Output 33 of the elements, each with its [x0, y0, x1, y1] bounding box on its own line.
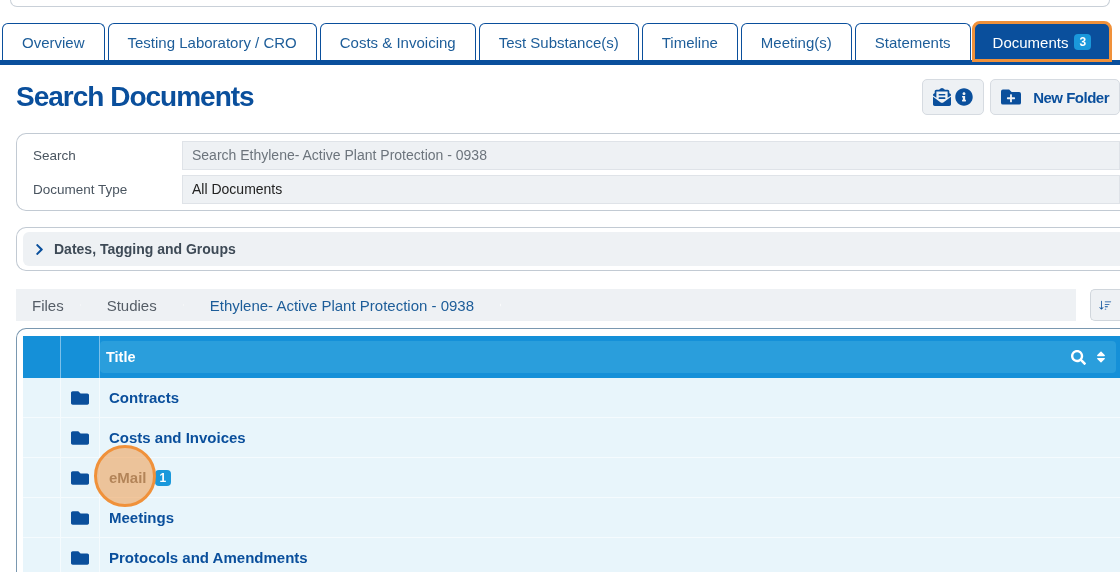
collapsible-header[interactable]: Dates, Tagging and Groups: [23, 232, 1120, 266]
folder-icon: [71, 428, 89, 447]
tab[interactable]: Documents 3: [973, 23, 1111, 60]
folder-link[interactable]: Costs and Invoices: [109, 429, 246, 446]
folder-icon: [71, 388, 89, 407]
folder-plus-icon: [1001, 87, 1022, 107]
folder-link[interactable]: Contracts: [109, 389, 179, 406]
sort-icon: [1094, 350, 1108, 364]
tab[interactable]: Test Substance(s): [478, 23, 639, 60]
folder-link[interactable]: Meetings: [109, 509, 174, 526]
count-badge: 3: [1074, 34, 1092, 50]
envelope-icon: [933, 88, 952, 106]
input-field[interactable]: Search Ethylene- Active Plant Protection - 0938: [182, 140, 1120, 170]
info-icon: [955, 88, 974, 106]
folder-icon: [71, 508, 89, 527]
folder-icon: [71, 548, 89, 567]
new-folder-button[interactable]: New Folder: [990, 79, 1120, 115]
search-icon: [1071, 349, 1086, 365]
field-label: Document Type: [32, 181, 129, 197]
tab[interactable]: Overview: [2, 23, 105, 60]
input-field[interactable]: All Documents: [182, 174, 1120, 204]
tab[interactable]: Statements: [854, 23, 971, 60]
folder-link[interactable]: Protocols and Amendments: [109, 549, 308, 566]
field-label: Search: [32, 147, 77, 163]
email-info-button[interactable]: [922, 79, 985, 115]
tab[interactable]: Meeting(s): [740, 23, 852, 60]
count-badge: 1: [154, 469, 172, 486]
chevron-icon: [33, 242, 46, 256]
tab[interactable]: Timeline: [641, 23, 738, 60]
page-title: Search Documents: [16, 81, 255, 113]
folder-icon: [71, 468, 89, 487]
tab[interactable]: Testing Laboratory / CRO: [107, 23, 317, 60]
tab[interactable]: Costs & Invoicing: [319, 23, 476, 60]
